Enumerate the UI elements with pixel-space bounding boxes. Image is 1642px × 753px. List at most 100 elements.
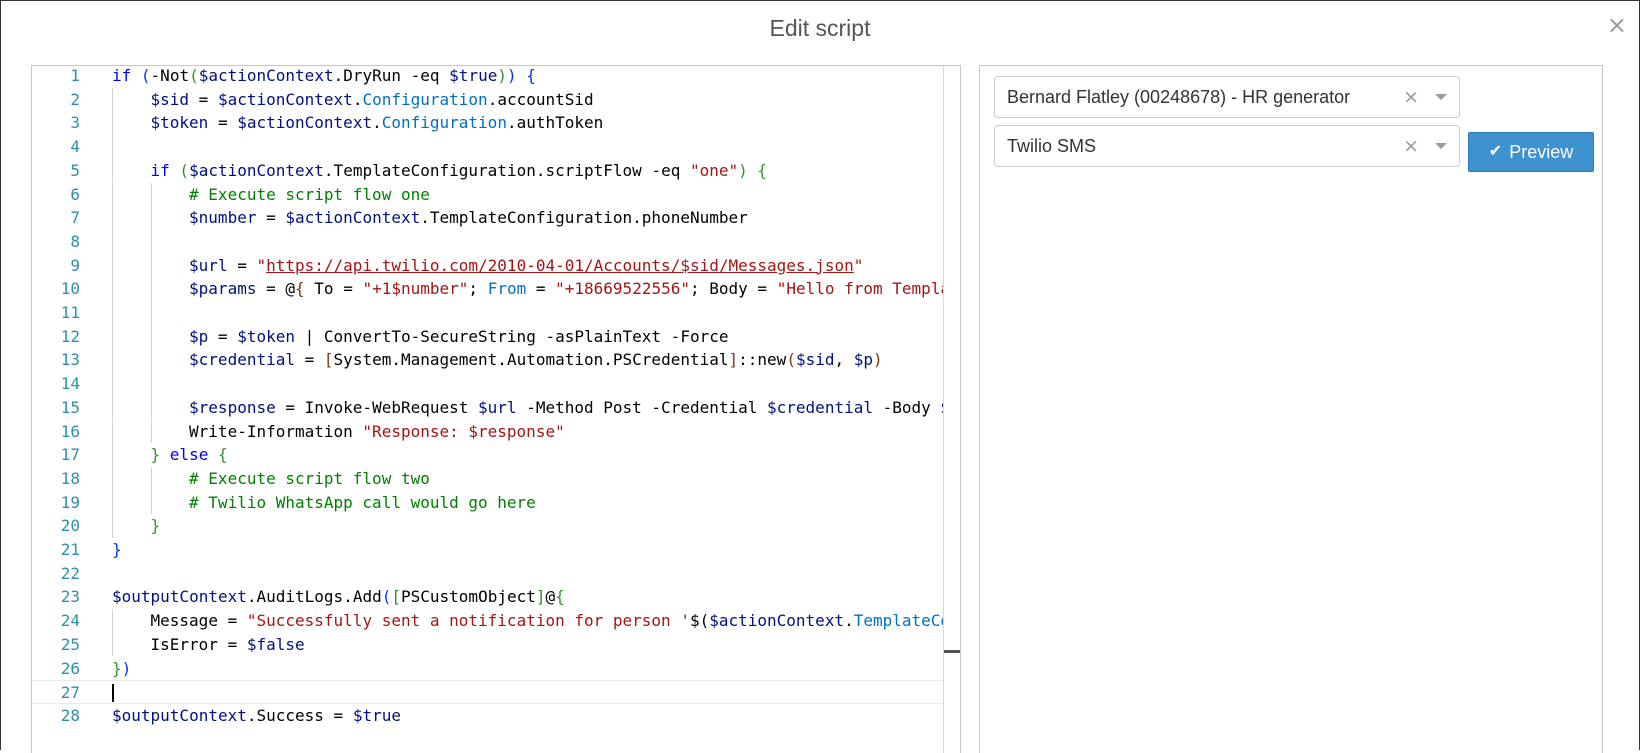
person-select[interactable]: Bernard Flatley (00248678) - HR generato…	[994, 76, 1460, 118]
code-token: $params	[189, 279, 257, 299]
line-code[interactable]: })	[112, 657, 944, 681]
person-select-value: Bernard Flatley (00248678) - HR generato…	[1007, 87, 1351, 107]
code-token: ::new	[738, 350, 787, 370]
code-line[interactable]: 26})	[32, 657, 944, 681]
line-code[interactable]: $number = $actionContext.TemplateConfigu…	[112, 206, 944, 230]
close-icon[interactable]: ×	[1607, 13, 1627, 37]
code-line[interactable]: 2 $sid = $actionContext.Configuration.acc…	[32, 87, 944, 112]
line-code[interactable]: if (-Not($actionContext.DryRun -eq $true…	[112, 66, 944, 88]
line-code[interactable]: $outputContext.AuditLogs.Add([PSCustomOb…	[112, 585, 944, 609]
code-line[interactable]: 27	[32, 680, 944, 704]
line-code[interactable]: }	[112, 538, 944, 562]
line-code[interactable]: # Execute script flow one	[112, 183, 944, 207]
code-line[interactable]: 22	[32, 562, 944, 586]
code-line[interactable]: 7 $number = $actionContext.TemplateConfig…	[32, 206, 944, 230]
person-clear-icon[interactable]: ×	[1403, 77, 1419, 117]
code-token: .	[844, 611, 854, 631]
line-code[interactable]: $p = $token | ConvertTo-SecureString -as…	[112, 325, 944, 349]
code-token: @	[285, 279, 296, 299]
code-line[interactable]: 28 $outputContext.Success = $true	[32, 704, 944, 728]
check-icon: ✔	[1488, 143, 1503, 160]
code-token: $false	[246, 634, 305, 654]
line-code[interactable]: $outputContext.Success = $true	[112, 704, 944, 728]
line-number: 3	[70, 113, 80, 133]
code-token: ; Body =	[689, 279, 777, 299]
line-code[interactable]: } else {	[112, 443, 944, 467]
code-line[interactable]: 16 Write-Information "Response: $response…	[32, 419, 944, 444]
line-number: 23	[60, 587, 80, 607]
code-token: ,	[834, 350, 854, 370]
script-editor[interactable]: 1 if (-Not($actionContext.DryRun -eq $tru…	[31, 65, 961, 753]
code-line[interactable]: 23 $outputContext.AuditLogs.Add([PSCustom…	[32, 585, 944, 609]
code-token: )	[873, 350, 883, 370]
code-token: Write-Information	[189, 421, 363, 441]
code-token: $actionContext	[189, 160, 324, 180]
code-line[interactable]: 12 $p = $token | ConvertTo-SecureString -…	[32, 324, 944, 349]
template-clear-icon[interactable]: ×	[1403, 126, 1419, 166]
code-line[interactable]: 4	[32, 135, 944, 159]
code-token: =	[526, 279, 556, 299]
template-chevron-down-icon[interactable]	[1435, 143, 1447, 149]
line-number: 7	[70, 208, 80, 228]
code-token: "	[853, 255, 864, 275]
code-line[interactable]: 15 $response = Invoke-WebRequest $url -Me…	[32, 395, 944, 420]
code-token: $actionContext	[285, 208, 421, 228]
code-line[interactable]: 1 if (-Not($actionContext.DryRun -eq $tru…	[32, 66, 944, 88]
line-code[interactable]: Write-Information "Response: $response"	[112, 420, 944, 444]
code-line[interactable]: 21}	[32, 538, 944, 562]
code-token: System.Management.Automation.PSCredentia…	[333, 350, 729, 370]
code-token: -Not	[150, 66, 190, 85]
code-token: TemplateCon	[853, 611, 944, 631]
code-token: $actionContext	[217, 89, 353, 109]
line-code[interactable]: $credential = [System.Management.Automat…	[112, 348, 944, 372]
code-line[interactable]: 3 $token = $actionContext.Configuration.a…	[32, 111, 944, 136]
indent-guide	[112, 301, 113, 325]
line-code[interactable]: Message = "Successfully sent a notificat…	[112, 609, 944, 633]
code-line[interactable]: 5 if ($actionContext.TemplateConfiguratio…	[32, 158, 944, 183]
code-token: $actionContext	[198, 66, 334, 85]
person-chevron-down-icon[interactable]	[1435, 94, 1447, 100]
code-token: }	[150, 516, 161, 536]
code-token: .AuditLogs.Add	[246, 587, 382, 607]
code-line[interactable]: 20}	[32, 514, 944, 538]
code-line[interactable]: 11	[32, 301, 944, 325]
line-code[interactable]: $token = $actionContext.Configuration.au…	[112, 111, 944, 135]
code-line[interactable]: 13 $credential = [System.Management.Autom…	[32, 348, 944, 373]
line-code[interactable]: $sid = $actionContext.Configuration.acco…	[112, 88, 944, 112]
line-code[interactable]: $params = @{ To = "+1$number"; From = "+…	[112, 277, 944, 301]
code-token: $response	[189, 397, 276, 417]
code-token: ]	[535, 587, 546, 607]
code-lines[interactable]: 1 if (-Not($actionContext.DryRun -eq $tru…	[32, 66, 960, 753]
line-code[interactable]: if ($actionContext.TemplateConfiguration…	[112, 159, 944, 183]
code-token: "one"	[689, 160, 739, 180]
code-token: = Invoke-WebRequest	[275, 397, 479, 417]
code-line[interactable]: 10 $params = @{ To = "+1$number"; From = …	[32, 277, 944, 301]
code-line[interactable]: 24 Message = "Successfully sent a notific…	[32, 609, 944, 633]
code-line[interactable]: 17} else {	[32, 443, 944, 467]
line-code[interactable]: }	[112, 514, 944, 538]
code-line[interactable]: 25 IsError = $false	[32, 632, 944, 657]
code-token: .	[352, 89, 363, 109]
code-token: $true	[449, 66, 498, 85]
code-token: $url	[478, 397, 517, 417]
line-code[interactable]: $response = Invoke-WebRequest $url -Meth…	[112, 396, 944, 420]
template-select[interactable]: Twilio SMS ×	[994, 125, 1460, 167]
code-line[interactable]: 19 # Twilio WhatsApp call would go here	[32, 490, 944, 515]
editor-scrollbar[interactable]	[943, 66, 960, 753]
code-token: $true	[352, 705, 401, 725]
code-token: =	[227, 255, 257, 275]
code-line[interactable]: 6 # Execute script flow one	[32, 182, 944, 207]
line-code[interactable]: # Twilio WhatsApp call would go here	[112, 491, 944, 515]
line-code[interactable]: $url = "https://api.twilio.com/2010-04-0…	[112, 254, 944, 278]
preview-button[interactable]: ✔ Preview	[1468, 132, 1594, 172]
code-token: =	[189, 89, 218, 109]
line-code[interactable]: IsError = $false	[112, 633, 944, 657]
line-number: 5	[70, 160, 80, 180]
line-code[interactable]: # Execute script flow two	[112, 467, 944, 491]
line-number: 16	[60, 421, 80, 441]
code-line[interactable]: 8	[32, 229, 944, 254]
code-line[interactable]: 14	[32, 372, 944, 396]
code-line[interactable]: 18 # Execute script flow two	[32, 466, 944, 491]
code-line[interactable]: 9 $url = "https://api.twilio.com/2010-04-…	[32, 253, 944, 278]
code-token: (	[179, 160, 190, 180]
